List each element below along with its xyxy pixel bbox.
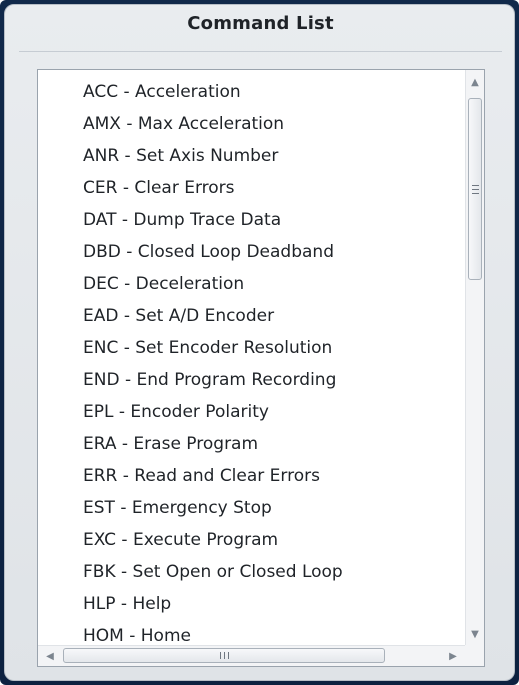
title-divider <box>19 51 502 52</box>
list-item[interactable]: DEC - Deceleration <box>38 268 465 300</box>
vertical-scroll-thumb[interactable] <box>468 98 482 280</box>
list-item[interactable]: ANR - Set Axis Number <box>38 140 465 172</box>
panel-title: Command List <box>187 13 334 34</box>
list-item[interactable]: ACC - Acceleration <box>38 76 465 108</box>
vertical-scrollbar[interactable]: ▲ ▼ <box>465 70 484 646</box>
list-item[interactable]: ERA - Erase Program <box>38 428 465 460</box>
command-list: ACC - Acceleration AMX - Max Acceleration… <box>38 70 465 646</box>
list-item[interactable]: DAT - Dump Trace Data <box>38 204 465 236</box>
grip-icon <box>471 184 479 194</box>
list-item[interactable]: ENC - Set Encoder Resolution <box>38 332 465 364</box>
list-item[interactable]: EPL - Encoder Polarity <box>38 396 465 428</box>
list-item[interactable]: FBK - Set Open or Closed Loop <box>38 556 465 588</box>
list-item[interactable]: ERR - Read and Clear Errors <box>38 460 465 492</box>
horizontal-scrollbar[interactable]: ◀ ▶ <box>38 645 465 666</box>
list-viewport: ACC - Acceleration AMX - Max Acceleration… <box>38 70 465 646</box>
list-item[interactable]: HOM - Home <box>38 620 465 646</box>
command-listbox[interactable]: ACC - Acceleration AMX - Max Acceleration… <box>37 69 485 667</box>
scroll-up-arrow-icon[interactable]: ▲ <box>466 72 484 92</box>
scroll-down-arrow-icon[interactable]: ▼ <box>466 624 484 644</box>
list-item[interactable]: AMX - Max Acceleration <box>38 108 465 140</box>
scrollbar-corner <box>465 645 484 666</box>
horizontal-scroll-thumb[interactable] <box>63 648 385 663</box>
list-item[interactable]: DBD - Closed Loop Deadband <box>38 236 465 268</box>
list-item[interactable]: HLP - Help <box>38 588 465 620</box>
scroll-right-arrow-icon[interactable]: ▶ <box>443 646 463 666</box>
list-item[interactable]: EAD - Set A/D Encoder <box>38 300 465 332</box>
grip-icon <box>219 652 229 659</box>
command-list-panel: Command List ACC - Acceleration AMX - Max… <box>4 4 515 681</box>
list-item[interactable]: EST - Emergency Stop <box>38 492 465 524</box>
list-item[interactable]: END - End Program Recording <box>38 364 465 396</box>
window-frame: Command List ACC - Acceleration AMX - Max… <box>0 0 519 685</box>
list-item[interactable]: EXC - Execute Program <box>38 524 465 556</box>
scroll-left-arrow-icon[interactable]: ◀ <box>40 646 60 666</box>
list-item[interactable]: CER - Clear Errors <box>38 172 465 204</box>
